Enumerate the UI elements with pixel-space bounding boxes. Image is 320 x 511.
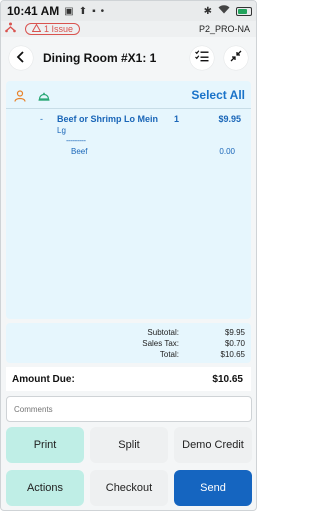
amount-due-value: $10.65 bbox=[212, 373, 243, 385]
total-value: $10.65 bbox=[220, 350, 245, 359]
issue-badge-label: 1 Issue bbox=[44, 24, 74, 34]
gallery-icon: ▣ bbox=[64, 5, 74, 17]
subtotal-row: Subtotal: $9.95 bbox=[6, 328, 251, 338]
subtotal-label: Subtotal: bbox=[147, 328, 179, 337]
status-right: ✱ bbox=[199, 5, 252, 17]
order-filters bbox=[14, 89, 50, 107]
comments-input[interactable] bbox=[6, 396, 252, 422]
total-label: Total: bbox=[159, 350, 179, 359]
select-all-button[interactable]: Select All bbox=[191, 88, 245, 102]
modifier-name: Beef bbox=[71, 147, 88, 156]
tax-label: Sales Tax: bbox=[142, 339, 179, 348]
order-item-row[interactable]: - Beef or Shrimp Lo Mein 1 $9.95 bbox=[6, 114, 251, 128]
header-actions bbox=[190, 46, 248, 70]
bluetooth-icon: ✱ bbox=[203, 5, 212, 17]
checklist-button[interactable] bbox=[190, 46, 214, 70]
item-dash: - bbox=[40, 114, 43, 124]
back-button[interactable] bbox=[9, 46, 33, 70]
item-name: Beef or Shrimp Lo Mein bbox=[57, 114, 159, 124]
status-bar: 10:41 AM ▣ ⬆ ▪ • ✱ bbox=[1, 1, 256, 21]
amount-due-row: Amount Due: $10.65 bbox=[6, 367, 251, 391]
wifi-icon bbox=[218, 5, 230, 17]
actions-button[interactable]: Actions bbox=[6, 470, 84, 506]
amount-due-label: Amount Due: bbox=[12, 373, 75, 385]
page-title: Dining Room #X1: 1 bbox=[43, 51, 157, 65]
order-panel: Select All - Beef or Shrimp Lo Mein 1 $9… bbox=[6, 81, 251, 319]
service-bell-icon[interactable] bbox=[38, 89, 50, 107]
tax-value: $0.70 bbox=[224, 339, 245, 348]
warning-icon bbox=[31, 23, 42, 34]
network-icon[interactable] bbox=[5, 22, 19, 36]
issue-badge[interactable]: 1 Issue bbox=[25, 23, 81, 35]
demo-credit-button[interactable]: Demo Credit bbox=[174, 427, 252, 463]
clock: 10:41 AM bbox=[7, 4, 60, 18]
print-button[interactable]: Print bbox=[6, 427, 84, 463]
upload-icon: ⬆ bbox=[78, 5, 88, 17]
page-header: Dining Room #X1: 1 bbox=[1, 37, 256, 79]
split-button[interactable]: Split bbox=[90, 427, 168, 463]
app-frame: 10:41 AM ▣ ⬆ ▪ • ✱ 1 Issue P2_PRO-NA Din… bbox=[0, 0, 257, 511]
modifier-price: 0.00 bbox=[219, 147, 235, 156]
collapse-icon bbox=[230, 49, 242, 67]
issue-bar: 1 Issue P2_PRO-NA bbox=[1, 21, 256, 37]
battery-icon bbox=[236, 6, 252, 16]
checklist-icon bbox=[195, 49, 209, 67]
person-icon[interactable] bbox=[14, 89, 26, 107]
divider bbox=[6, 108, 251, 109]
subtotal-value: $9.95 bbox=[224, 328, 245, 337]
chevron-left-icon bbox=[16, 50, 26, 66]
checkout-button[interactable]: Checkout bbox=[90, 470, 168, 506]
send-button[interactable]: Send bbox=[174, 470, 252, 506]
device-name: P2_PRO-NA bbox=[198, 24, 250, 34]
item-qty: 1 bbox=[174, 114, 180, 124]
dot-icon: • bbox=[100, 5, 105, 17]
totals-panel: Subtotal: $9.95 Sales Tax: $0.70 Total: … bbox=[6, 323, 251, 363]
item-separator: --------- bbox=[66, 136, 86, 145]
tax-row: Sales Tax: $0.70 bbox=[6, 339, 251, 349]
collapse-button[interactable] bbox=[224, 46, 248, 70]
item-price: $9.95 bbox=[218, 114, 241, 124]
item-size: Lg bbox=[57, 126, 66, 135]
total-row: Total: $10.65 bbox=[6, 350, 251, 360]
notification-icon: ▪ bbox=[92, 5, 96, 17]
